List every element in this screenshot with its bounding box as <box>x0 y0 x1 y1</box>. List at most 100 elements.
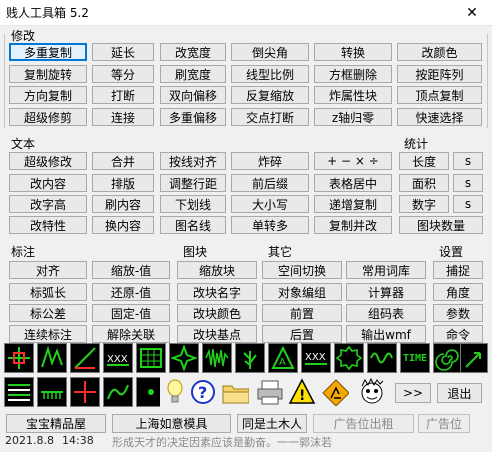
annotate-button[interactable]: 对齐 <box>9 261 87 279</box>
coordinate-icon[interactable] <box>4 343 34 373</box>
modify-button[interactable]: 方框删除 <box>314 65 392 83</box>
spiral-icon[interactable] <box>433 343 463 373</box>
text-button[interactable]: 排版 <box>92 174 154 192</box>
modify-button[interactable]: 复制旋转 <box>9 65 87 83</box>
stats-side-button[interactable]: s <box>453 195 483 213</box>
cross-hair-icon[interactable] <box>70 377 100 407</box>
text-button[interactable]: 复制并改 <box>314 216 392 234</box>
ad-button-1[interactable]: 宝宝精品屋 <box>6 414 106 433</box>
stats-button[interactable]: 数字 <box>399 195 449 213</box>
hook-arrow-icon[interactable] <box>460 343 488 373</box>
modify-button[interactable]: 改颜色 <box>397 43 482 61</box>
text-button[interactable]: 超级修改 <box>9 152 87 170</box>
stats-button[interactable]: 长度 <box>399 152 449 170</box>
waveform-icon[interactable] <box>202 343 232 373</box>
text-button[interactable]: 炸碎 <box>231 152 309 170</box>
forward-button[interactable]: >> <box>395 383 431 403</box>
modify-button[interactable]: 等分 <box>92 65 154 83</box>
text-button[interactable]: 递增复制 <box>314 195 392 213</box>
gear-outline-icon[interactable] <box>334 343 364 373</box>
warning-icon[interactable]: ! <box>287 377 317 407</box>
time-icon[interactable]: TIME <box>400 343 430 373</box>
modify-button[interactable]: 超级修剪 <box>9 108 87 126</box>
other-button[interactable]: 空间切换 <box>262 261 342 279</box>
modify-button[interactable]: 延长 <box>92 43 154 61</box>
text-button[interactable]: 表格居中 <box>314 174 392 192</box>
modify-button[interactable]: 改宽度 <box>160 43 226 61</box>
xxx-line-icon[interactable]: XXX <box>301 343 331 373</box>
wave-arrows-icon[interactable] <box>103 377 133 407</box>
text-button[interactable]: + − × ÷ <box>314 152 392 170</box>
text-button[interactable]: 下划线 <box>160 195 226 213</box>
annotate-button[interactable]: 还原-值 <box>92 283 170 301</box>
other-button[interactable]: 对象编组 <box>262 283 342 301</box>
text-button[interactable]: 改字高 <box>9 195 87 213</box>
modify-button[interactable]: 炸属性块 <box>314 86 392 104</box>
text-button[interactable]: 改内容 <box>9 174 87 192</box>
settings-button[interactable]: 命令 <box>433 325 483 343</box>
light-bulb-icon[interactable] <box>160 377 190 407</box>
annotate-button[interactable]: 缩放-值 <box>92 261 170 279</box>
grass-icon[interactable] <box>235 343 265 373</box>
block-button[interactable]: 改块名字 <box>177 283 257 301</box>
modify-button[interactable]: 方向复制 <box>9 86 87 104</box>
other-button[interactable]: 前置 <box>262 304 342 322</box>
modify-button[interactable]: 连接 <box>92 108 154 126</box>
stats-button[interactable]: 面积 <box>399 174 449 192</box>
star-icon[interactable] <box>169 343 199 373</box>
ad-button-5[interactable]: 广告位 <box>418 414 470 433</box>
folder-icon[interactable] <box>220 377 250 407</box>
modify-button[interactable]: 多重偏移 <box>160 108 226 126</box>
crazy-face-icon[interactable] <box>354 377 390 407</box>
ad-button-3[interactable]: 同是土木人 <box>237 414 307 433</box>
modify-button[interactable]: 双向偏移 <box>160 86 226 104</box>
close-button[interactable]: ✕ <box>452 0 492 26</box>
modify-button[interactable]: 多重复制 <box>9 43 87 61</box>
text-button[interactable]: 刷内容 <box>92 195 154 213</box>
settings-button[interactable]: 参数 <box>433 304 483 322</box>
modify-button[interactable]: 打断 <box>92 86 154 104</box>
ad-button-4[interactable]: 广告位出租 <box>313 414 414 433</box>
help-icon[interactable]: ? <box>188 377 218 407</box>
modify-button[interactable]: 刷宽度 <box>160 65 226 83</box>
grid-table-icon[interactable] <box>136 343 166 373</box>
text-button[interactable]: 大小写 <box>231 195 309 213</box>
ad-button-2[interactable]: 上海如意模具 <box>112 414 231 433</box>
stats-side-button[interactable]: s <box>453 152 483 170</box>
other-button[interactable]: 常用词库 <box>346 261 426 279</box>
annotate-button[interactable]: 连续标注 <box>9 325 87 343</box>
other-button[interactable]: 输出wmf <box>346 325 426 343</box>
settings-button[interactable]: 角度 <box>433 283 483 301</box>
block-button[interactable]: 改块颜色 <box>177 304 257 322</box>
modify-button[interactable]: 交点打断 <box>231 108 309 126</box>
comb-icon[interactable] <box>37 377 67 407</box>
a-triangle-icon[interactable]: A <box>268 343 298 373</box>
annotate-button[interactable]: 标弧长 <box>9 283 87 301</box>
text-button[interactable]: 图名线 <box>160 216 226 234</box>
modify-button[interactable]: 顶点复制 <box>397 86 482 104</box>
modify-button[interactable]: 倒尖角 <box>231 43 309 61</box>
block-button[interactable]: 缩放块 <box>177 261 257 279</box>
text-button[interactable]: 按线对齐 <box>160 152 226 170</box>
annotate-button[interactable]: 标公差 <box>9 304 87 322</box>
block-button[interactable]: 改块基点 <box>177 325 257 343</box>
modify-button[interactable]: z轴归零 <box>314 108 392 126</box>
modify-button[interactable]: 反复缩放 <box>231 86 309 104</box>
xxx-pattern-icon[interactable]: XXX <box>103 343 133 373</box>
modify-button[interactable]: 按距阵列 <box>397 65 482 83</box>
text-button[interactable]: 合并 <box>92 152 154 170</box>
stripes-icon[interactable] <box>4 377 34 407</box>
text-button[interactable]: 改特性 <box>9 216 87 234</box>
other-button[interactable]: 后置 <box>262 325 342 343</box>
settings-button[interactable]: 捕捉 <box>433 261 483 279</box>
printer-icon[interactable] <box>254 377 284 407</box>
stats-side-button[interactable]: s <box>453 174 483 192</box>
sine-wave-icon[interactable] <box>367 343 397 373</box>
text-button[interactable]: 单转多 <box>231 216 309 234</box>
annotate-button[interactable]: 固定-值 <box>92 304 170 322</box>
other-button[interactable]: 计算器 <box>346 283 426 301</box>
other-button[interactable]: 组码表 <box>346 304 426 322</box>
text-button[interactable]: 前后缀 <box>231 174 309 192</box>
modify-button[interactable]: 转换 <box>314 43 392 61</box>
construction-icon[interactable] <box>320 377 350 407</box>
